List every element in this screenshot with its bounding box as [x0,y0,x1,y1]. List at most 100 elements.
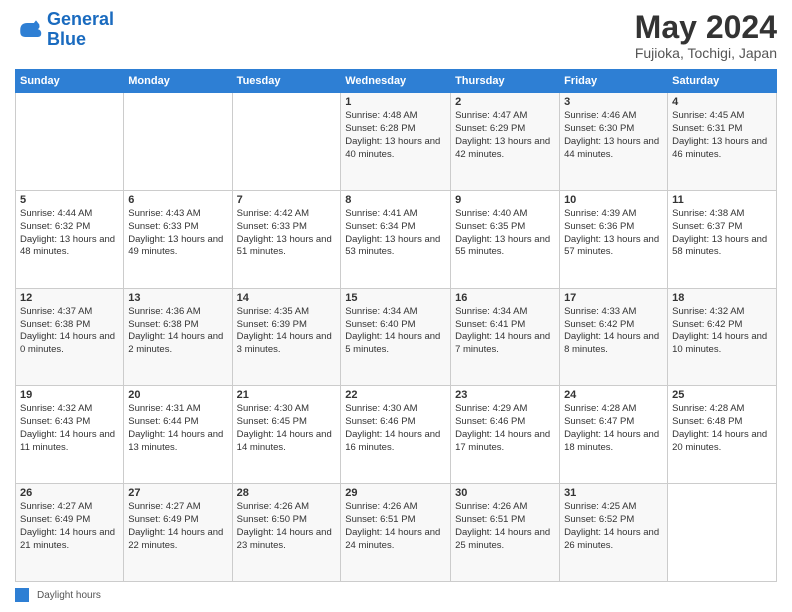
calendar-title: May 2024 [635,10,777,45]
day-info: Sunrise: 4:45 AM Sunset: 6:31 PM Dayligh… [672,110,772,161]
day-info: Sunrise: 4:37 AM Sunset: 6:38 PM Dayligh… [20,306,119,357]
calendar-cell: 26Sunrise: 4:27 AM Sunset: 6:49 PM Dayli… [16,484,124,582]
day-info: Sunrise: 4:47 AM Sunset: 6:29 PM Dayligh… [455,110,555,161]
calendar-cell: 28 Sunrise: 4:26 AM Sunset: 6:50 PM Dayli… [232,484,341,582]
calendar-header-row: SundayMondayTuesdayWednesdayThursdayFrid… [16,70,777,93]
day-number: 11 [672,194,772,206]
day-number: 4 [672,96,772,108]
calendar-subtitle: Fujioka, Tochigi, Japan [635,45,777,61]
day-info: Sunrise: 4:43 AM Sunset: 6:33 PM Dayligh… [128,208,227,259]
calendar-cell: 14 Sunrise: 4:35 AM Sunset: 6:39 PM Dayli… [232,288,341,386]
calendar-cell: 12 Sunrise: 4:37 AM Sunset: 6:38 PM Dayli… [16,288,124,386]
day-info: Sunrise: 4:33 AM Sunset: 6:42 PM Dayligh… [564,306,663,357]
calendar-week-2: 12 Sunrise: 4:37 AM Sunset: 6:38 PM Dayli… [16,288,777,386]
day-number: 10 [564,194,663,206]
calendar-cell: 29Sunrise: 4:26 AM Sunset: 6:51 PM Dayli… [341,484,451,582]
day-info: Sunrise: 4:39 AM Sunset: 6:36 PM Dayligh… [564,208,663,259]
day-info: Sunrise: 4:42 AM Sunset: 6:33 PM Dayligh… [237,208,337,259]
day-number: 27 [128,487,227,499]
calendar-cell: 1Sunrise: 4:48 AM Sunset: 6:28 PM Daylig… [341,93,451,191]
calendar-cell: 11Sunrise: 4:38 AM Sunset: 6:37 PM Dayli… [668,190,777,288]
day-number: 12 [20,292,119,304]
page: General Blue May 2024 Fujioka, Tochigi, … [0,0,792,612]
calendar-week-0: 1Sunrise: 4:48 AM Sunset: 6:28 PM Daylig… [16,93,777,191]
day-info: Sunrise: 4:32 AM Sunset: 6:42 PM Dayligh… [672,306,772,357]
calendar-cell: 22 Sunrise: 4:30 AM Sunset: 6:46 PM Dayli… [341,386,451,484]
day-number: 14 [237,292,337,304]
day-info: Sunrise: 4:25 AM Sunset: 6:52 PM Dayligh… [564,501,663,552]
day-number: 17 [564,292,663,304]
day-info: Sunrise: 4:44 AM Sunset: 6:32 PM Dayligh… [20,208,119,259]
calendar-table: SundayMondayTuesdayWednesdayThursdayFrid… [15,69,777,582]
calendar-cell: 4 Sunrise: 4:45 AM Sunset: 6:31 PM Daylig… [668,93,777,191]
day-number: 13 [128,292,227,304]
day-info: Sunrise: 4:46 AM Sunset: 6:30 PM Dayligh… [564,110,663,161]
daylight-box-icon [15,588,29,602]
calendar-cell: 17 Sunrise: 4:33 AM Sunset: 6:42 PM Dayli… [560,288,668,386]
col-header-friday: Friday [560,70,668,93]
calendar-cell [232,93,341,191]
day-number: 1 [345,96,446,108]
day-number: 16 [455,292,555,304]
day-number: 2 [455,96,555,108]
day-number: 22 [345,389,446,401]
calendar-cell [16,93,124,191]
logo-icon [15,16,43,44]
calendar-cell: 20 Sunrise: 4:31 AM Sunset: 6:44 PM Dayli… [124,386,232,484]
logo-line1: General [47,9,114,29]
col-header-wednesday: Wednesday [341,70,451,93]
day-number: 31 [564,487,663,499]
calendar-cell: 25Sunrise: 4:28 AM Sunset: 6:48 PM Dayli… [668,386,777,484]
day-number: 15 [345,292,446,304]
day-number: 18 [672,292,772,304]
day-info: Sunrise: 4:36 AM Sunset: 6:38 PM Dayligh… [128,306,227,357]
day-number: 6 [128,194,227,206]
day-number: 28 [237,487,337,499]
calendar-cell: 15 Sunrise: 4:34 AM Sunset: 6:40 PM Dayli… [341,288,451,386]
footer: Daylight hours [15,588,777,602]
day-number: 19 [20,389,119,401]
col-header-saturday: Saturday [668,70,777,93]
calendar-cell: 7 Sunrise: 4:42 AM Sunset: 6:33 PM Daylig… [232,190,341,288]
calendar-cell: 2 Sunrise: 4:47 AM Sunset: 6:29 PM Daylig… [451,93,560,191]
day-info: Sunrise: 4:32 AM Sunset: 6:43 PM Dayligh… [20,403,119,454]
day-info: Sunrise: 4:41 AM Sunset: 6:34 PM Dayligh… [345,208,446,259]
col-header-tuesday: Tuesday [232,70,341,93]
day-info: Sunrise: 4:26 AM Sunset: 6:50 PM Dayligh… [237,501,337,552]
calendar-cell: 16Sunrise: 4:34 AM Sunset: 6:41 PM Dayli… [451,288,560,386]
day-number: 7 [237,194,337,206]
calendar-cell [124,93,232,191]
col-header-monday: Monday [124,70,232,93]
day-number: 3 [564,96,663,108]
col-header-thursday: Thursday [451,70,560,93]
calendar-cell: 24 Sunrise: 4:28 AM Sunset: 6:47 PM Dayli… [560,386,668,484]
day-info: Sunrise: 4:35 AM Sunset: 6:39 PM Dayligh… [237,306,337,357]
calendar-cell: 13 Sunrise: 4:36 AM Sunset: 6:38 PM Dayli… [124,288,232,386]
day-info: Sunrise: 4:27 AM Sunset: 6:49 PM Dayligh… [128,501,227,552]
day-number: 9 [455,194,555,206]
day-info: Sunrise: 4:28 AM Sunset: 6:47 PM Dayligh… [564,403,663,454]
day-info: Sunrise: 4:30 AM Sunset: 6:46 PM Dayligh… [345,403,446,454]
day-number: 24 [564,389,663,401]
calendar-cell: 30Sunrise: 4:26 AM Sunset: 6:51 PM Dayli… [451,484,560,582]
day-info: Sunrise: 4:27 AM Sunset: 6:49 PM Dayligh… [20,501,119,552]
day-number: 20 [128,389,227,401]
day-number: 23 [455,389,555,401]
day-number: 21 [237,389,337,401]
calendar-week-4: 26Sunrise: 4:27 AM Sunset: 6:49 PM Dayli… [16,484,777,582]
calendar-cell: 5Sunrise: 4:44 AM Sunset: 6:32 PM Daylig… [16,190,124,288]
logo: General Blue [15,10,114,50]
day-number: 30 [455,487,555,499]
calendar-cell: 31 Sunrise: 4:25 AM Sunset: 6:52 PM Dayli… [560,484,668,582]
day-info: Sunrise: 4:31 AM Sunset: 6:44 PM Dayligh… [128,403,227,454]
day-info: Sunrise: 4:34 AM Sunset: 6:40 PM Dayligh… [345,306,446,357]
calendar-week-1: 5Sunrise: 4:44 AM Sunset: 6:32 PM Daylig… [16,190,777,288]
day-info: Sunrise: 4:30 AM Sunset: 6:45 PM Dayligh… [237,403,337,454]
day-number: 29 [345,487,446,499]
day-number: 25 [672,389,772,401]
calendar-cell: 27 Sunrise: 4:27 AM Sunset: 6:49 PM Dayli… [124,484,232,582]
calendar-cell: 9Sunrise: 4:40 AM Sunset: 6:35 PM Daylig… [451,190,560,288]
title-block: May 2024 Fujioka, Tochigi, Japan [635,10,777,61]
calendar-cell: 23 Sunrise: 4:29 AM Sunset: 6:46 PM Dayli… [451,386,560,484]
day-info: Sunrise: 4:29 AM Sunset: 6:46 PM Dayligh… [455,403,555,454]
